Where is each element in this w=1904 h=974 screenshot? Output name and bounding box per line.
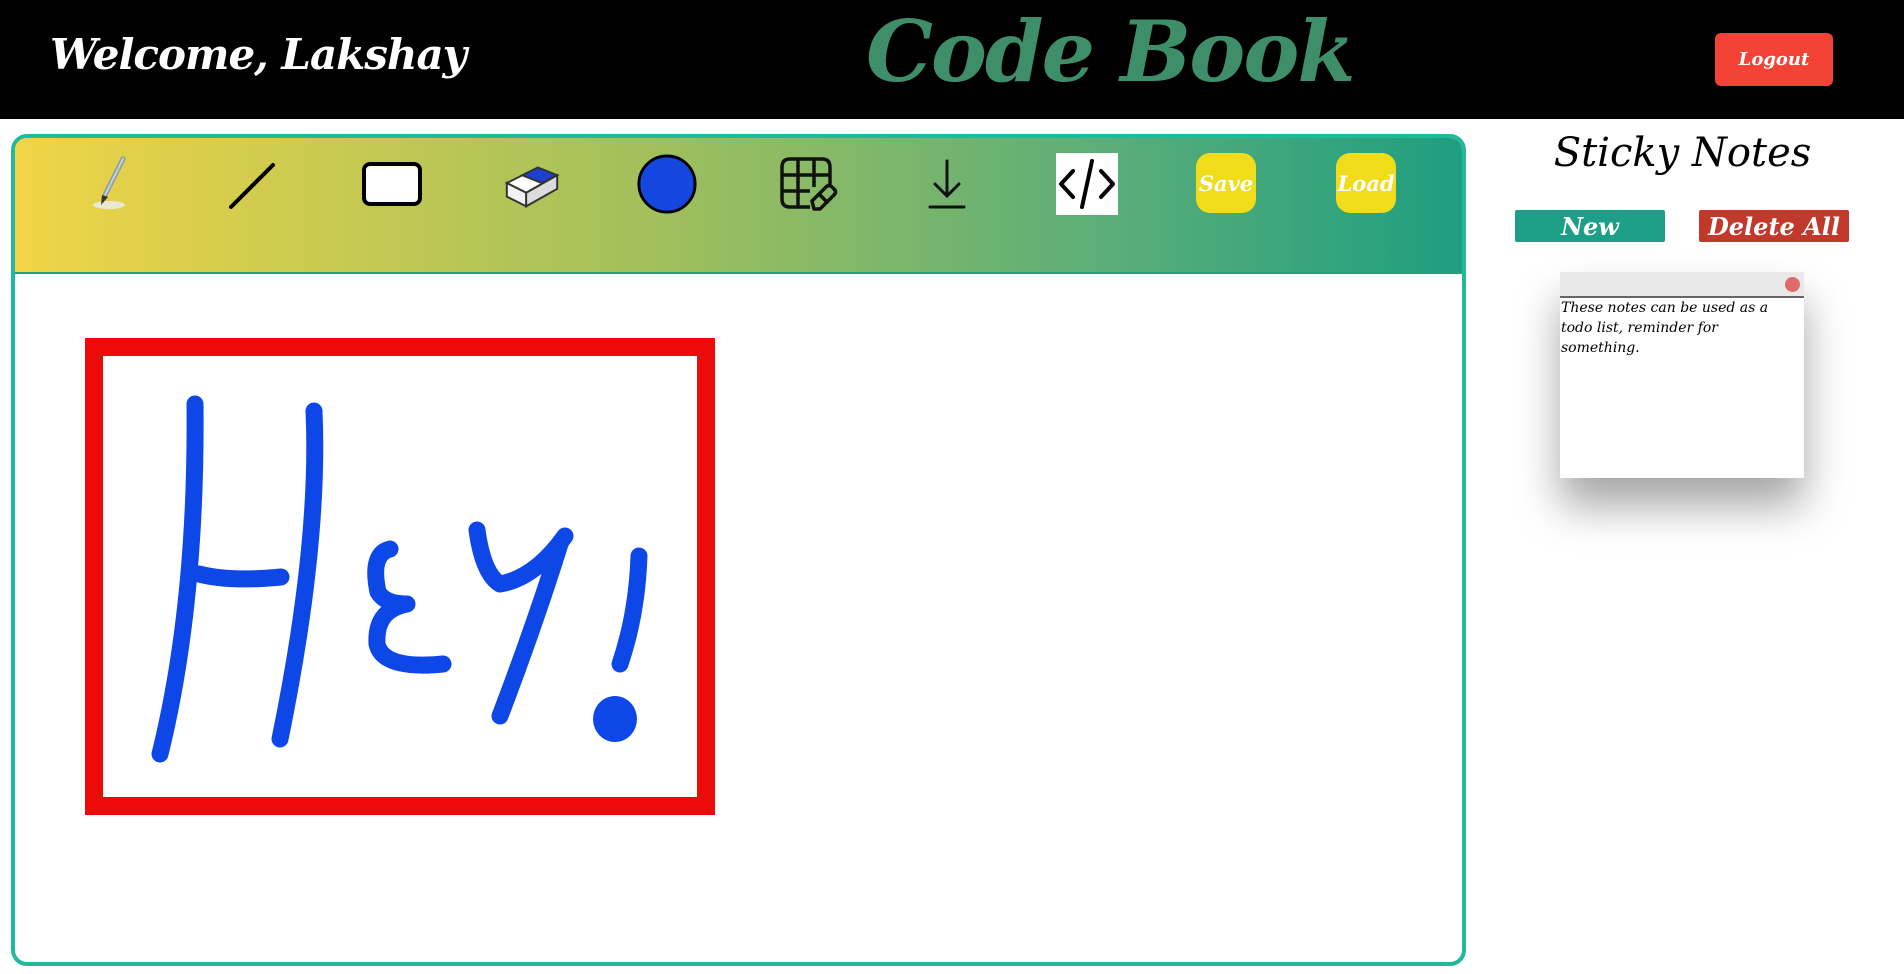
pencil-icon	[93, 156, 126, 209]
download-icon	[928, 159, 966, 209]
line-icon	[229, 163, 275, 209]
clear-canvas-button[interactable]	[776, 153, 838, 215]
line-tool-button[interactable]	[221, 153, 283, 215]
code-icon	[1059, 159, 1115, 209]
eraser-icon	[504, 166, 560, 208]
app-title: Code Book	[866, 2, 1356, 101]
color-picker-button[interactable]	[636, 153, 698, 215]
close-icon[interactable]	[1785, 277, 1800, 292]
drawn-handwriting	[151, 395, 648, 763]
rectangle-icon	[362, 162, 422, 206]
download-button[interactable]	[916, 153, 978, 215]
drawing-toolbar: Save Load	[15, 138, 1462, 274]
load-button[interactable]: Load	[1336, 153, 1396, 213]
welcome-text: Welcome, Lakshay	[50, 30, 467, 79]
sticky-notes-title: Sticky Notes	[1553, 130, 1812, 176]
code-button[interactable]	[1056, 153, 1118, 215]
sticky-note[interactable]: These notes can be used as a todo list, …	[1560, 272, 1804, 478]
delete-all-button[interactable]: Delete All	[1699, 210, 1849, 242]
top-bar: Welcome, Lakshay Code Book Logout	[0, 0, 1904, 119]
drawn-dot	[593, 696, 637, 742]
new-note-button[interactable]: New	[1515, 210, 1665, 242]
save-button[interactable]: Save	[1196, 153, 1256, 213]
whiteboard-panel: Save Load	[11, 134, 1466, 966]
sticky-note-header[interactable]	[1560, 272, 1804, 298]
clear-grid-icon	[780, 157, 838, 211]
pencil-tool-button[interactable]	[81, 153, 143, 215]
sticky-note-text[interactable]: These notes can be used as a todo list, …	[1560, 298, 1801, 358]
canvas-drawing	[85, 338, 715, 815]
color-circle-icon	[637, 154, 697, 214]
drawing-canvas[interactable]	[15, 274, 1462, 962]
logout-button[interactable]: Logout	[1715, 33, 1833, 86]
rectangle-tool-button[interactable]	[361, 153, 423, 215]
eraser-tool-button[interactable]	[501, 153, 563, 215]
